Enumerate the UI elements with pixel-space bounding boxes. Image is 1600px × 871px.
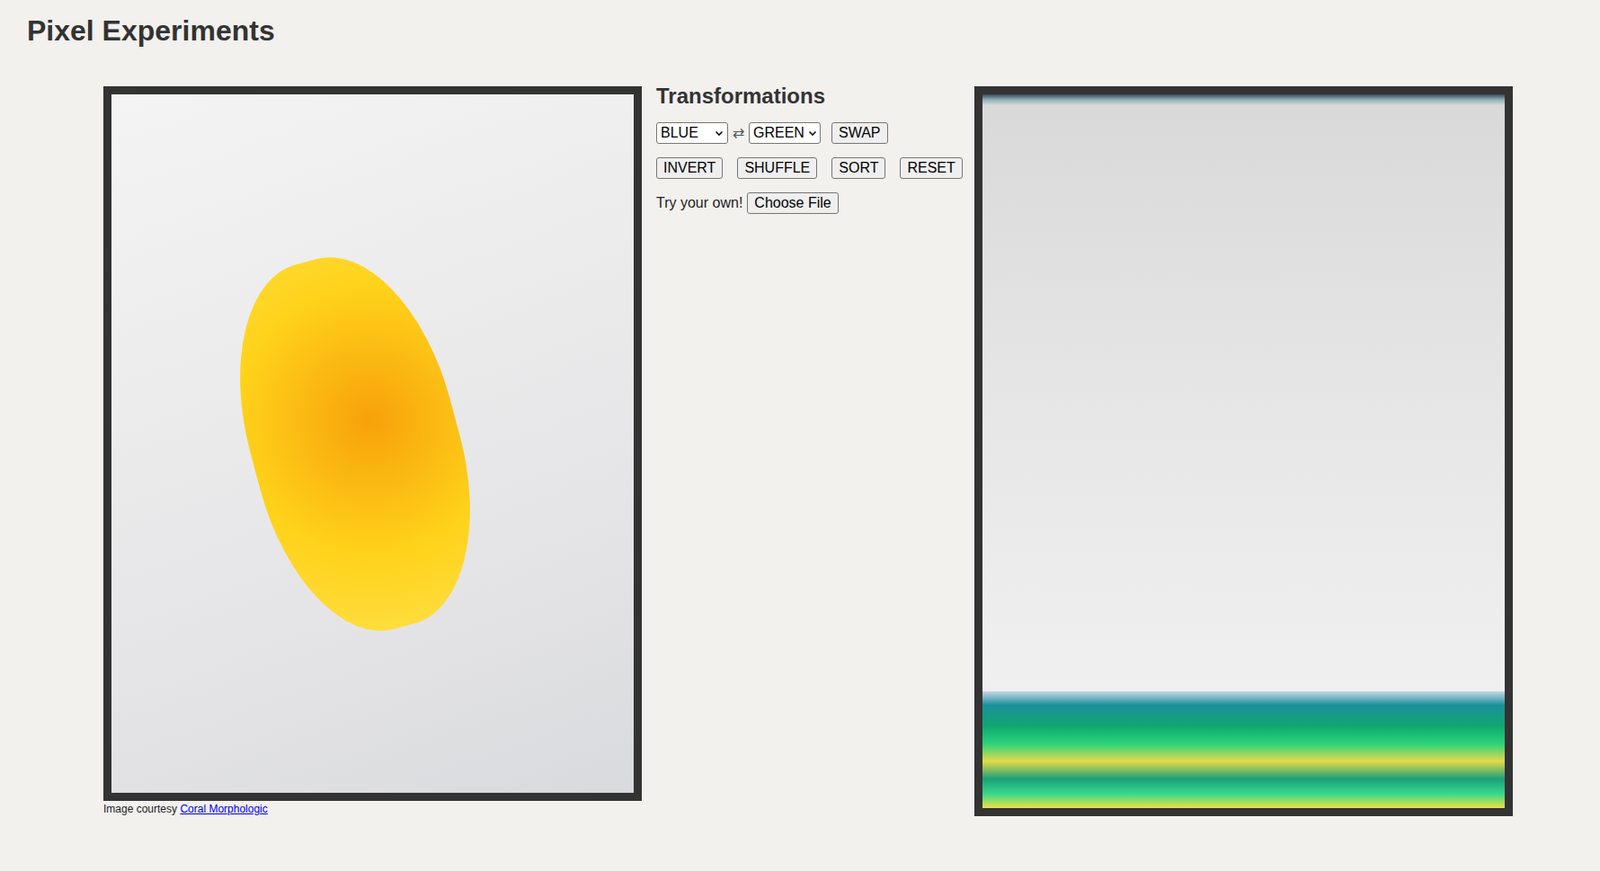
upload-label: Try your own! [656, 192, 743, 214]
image-caption: Image courtesy Coral Morphologic [103, 802, 642, 816]
choose-file-button[interactable]: Choose File [746, 192, 838, 214]
page: Pixel Experiments Image courtesy Coral Mo… [0, 0, 1600, 871]
swap-button[interactable]: SWAP [831, 122, 889, 144]
action-button[interactable]: SORT [831, 157, 886, 179]
controls-panel: Transformations BLUE⇄GREEN SWAP INVERT SHUFF… [641, 82, 975, 214]
credit-link[interactable]: Coral Morphologic [179, 802, 267, 816]
upload-row: Try your own!Choose File [656, 192, 975, 214]
glitch-body [982, 105, 1505, 692]
original-image [103, 86, 642, 801]
controls-heading: Transformations [656, 82, 975, 110]
swap-row: BLUE⇄GREEN SWAP [656, 122, 975, 144]
swap-arrow: ⇄ [732, 122, 745, 144]
page-title: Pixel Experiments [0, 0, 1600, 48]
channel-select[interactable]: GREEN [748, 122, 821, 144]
glitch-bottom [982, 691, 1505, 809]
action-button[interactable]: SHUFFLE [737, 157, 818, 179]
action-button[interactable]: RESET [899, 157, 962, 179]
result-image [974, 86, 1513, 817]
photo-subject [205, 234, 504, 653]
chevron-down-icon [714, 128, 724, 138]
chevron-down-icon [808, 128, 818, 138]
workspace: Image courtesy Coral MorphologicTransfor… [103, 86, 1600, 817]
action-row: INVERT SHUFFLE SORT RESET [656, 157, 975, 179]
original-panel: Image courtesy Coral Morphologic [103, 86, 642, 816]
glitch-top [982, 94, 1505, 106]
channel-select[interactable]: BLUE [656, 122, 729, 144]
action-button[interactable]: INVERT [656, 157, 723, 179]
